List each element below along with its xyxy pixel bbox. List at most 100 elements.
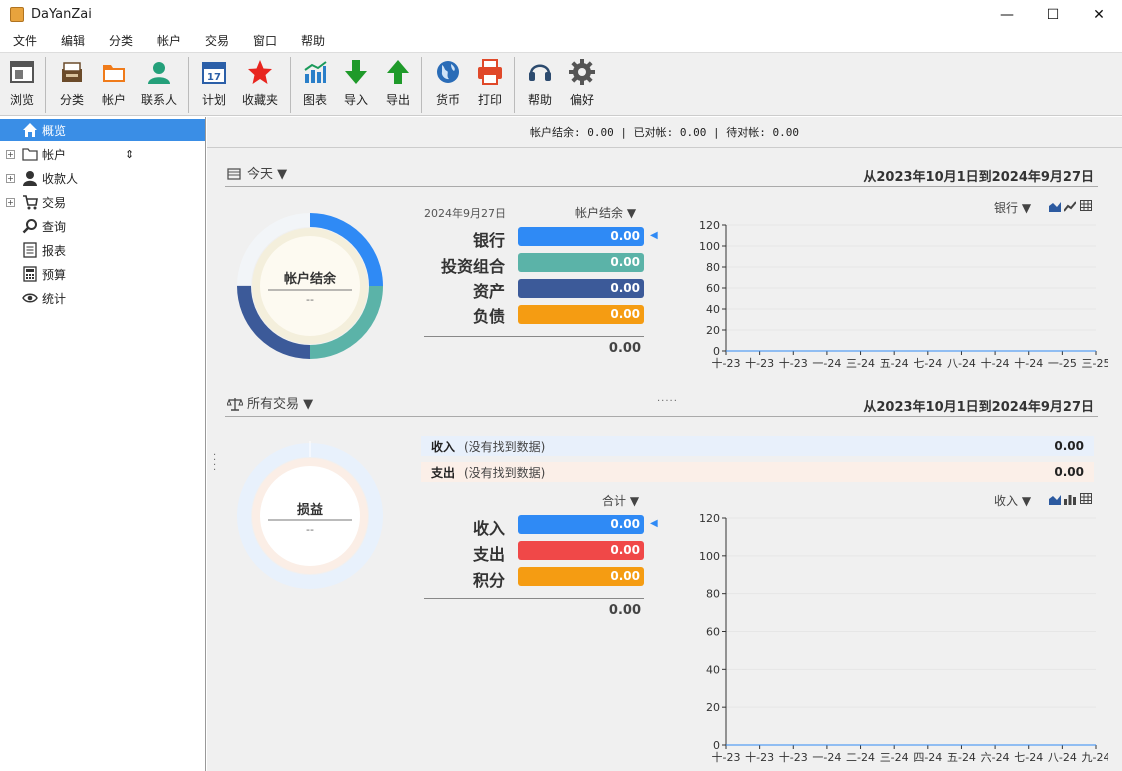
toolbar-separator <box>514 57 515 113</box>
search-icon <box>22 218 38 234</box>
expand-icon[interactable]: + <box>6 149 15 159</box>
menu-transaction[interactable]: 交易 <box>205 32 229 49</box>
star-icon <box>247 59 273 85</box>
maximize-button[interactable]: ☐ <box>1030 0 1076 30</box>
transaction-bar-expense: 0.00 <box>518 541 644 560</box>
menu-account[interactable]: 帐户 <box>157 32 181 49</box>
headset-icon <box>527 59 553 85</box>
balance-row-label: 资产 <box>472 282 505 301</box>
toolbar-help-button[interactable]: 帮助 <box>524 59 556 111</box>
balance-row-label: 银行 <box>472 231 505 250</box>
donut-title: 损益 <box>296 503 323 518</box>
income-summary-row: 收入 (没有找到数据) 0.00 <box>421 436 1094 456</box>
coins-icon <box>227 166 241 183</box>
expand-icon[interactable]: + <box>6 173 15 183</box>
table-view-icon[interactable] <box>1080 200 1092 214</box>
transaction-row-label: 支出 <box>472 545 505 564</box>
toolbar-account-button[interactable]: 帐户 <box>98 59 130 111</box>
title-bar: DaYanZai — ☐ ✕ <box>0 0 1122 30</box>
transaction-filter-selector[interactable]: 所有交易 ▼ <box>247 393 313 412</box>
transaction-total: 0.00 <box>608 603 641 618</box>
area-chart-icon[interactable] <box>1049 493 1061 508</box>
selected-marker-icon: ◀ <box>650 230 658 241</box>
x-tick-label: 七-24 <box>1014 751 1043 764</box>
toolbar-preferences-button[interactable]: 偏好 <box>566 59 598 111</box>
cart-icon <box>22 194 38 210</box>
sidebar-item-budget[interactable]: 预算 <box>0 263 205 285</box>
menu-category[interactable]: 分类 <box>109 32 133 49</box>
transaction-bar-income: 0.00 <box>518 515 644 534</box>
selected-marker-icon: ◀ <box>650 518 658 529</box>
toolbar-contact-button[interactable]: 联系人 <box>139 59 179 111</box>
expand-icon[interactable]: + <box>6 197 15 207</box>
toolbar-schedule-button[interactable]: 17 计划 <box>198 59 230 111</box>
export-icon <box>385 59 411 85</box>
balance-section-header: 今天 ▼ 从2023年10月1日到2024年9月27日 <box>225 161 1098 187</box>
menu-file[interactable]: 文件 <box>13 32 37 49</box>
x-tick-label: 一-24 <box>812 751 841 764</box>
x-tick-label: 三-25 <box>1082 357 1108 370</box>
x-tick-label: 五-24 <box>880 357 909 370</box>
y-tick-label: 20 <box>706 701 720 714</box>
x-tick-label: 一-25 <box>1048 357 1077 370</box>
toolbar-separator <box>188 57 189 113</box>
y-tick-label: 120 <box>699 219 720 232</box>
toolbar-import-button[interactable]: 导入 <box>340 59 372 111</box>
period-selector[interactable]: 今天 ▼ <box>247 163 287 182</box>
bar-chart-icon[interactable] <box>1064 493 1076 508</box>
balance-total: 0.00 <box>608 341 641 356</box>
sort-icon[interactable]: ⇕ <box>125 148 134 161</box>
sidebar-item-statistics[interactable]: 统计 <box>0 287 205 309</box>
sidebar-item-payees[interactable]: + 收款人 <box>0 167 205 189</box>
date-range: 从2023年10月1日到2024年9月27日 <box>863 400 1094 415</box>
sidebar-item-overview[interactable]: 概览 <box>0 119 205 141</box>
x-tick-label: 四-24 <box>913 751 942 764</box>
transaction-row-label: 积分 <box>472 571 505 590</box>
toolbar-print-button[interactable]: 打印 <box>474 59 506 111</box>
y-tick-label: 80 <box>706 261 720 274</box>
gear-icon <box>569 59 595 85</box>
menu-edit[interactable]: 编辑 <box>61 32 85 49</box>
sidebar-item-query[interactable]: 查询 <box>0 215 205 237</box>
toolbar-browse-button[interactable]: 浏览 <box>6 59 38 111</box>
x-tick-label: 一-24 <box>812 357 841 370</box>
menu-bar: 文件 编辑 分类 帐户 交易 窗口 帮助 <box>0 30 1122 50</box>
side-splitter-handle[interactable]: .... <box>213 448 216 473</box>
chart-type-selector[interactable]: 收入 ▼ <box>994 492 1031 509</box>
y-tick-label: 100 <box>699 550 720 563</box>
area-chart-icon[interactable] <box>1049 200 1061 215</box>
toolbar-separator <box>45 57 46 113</box>
app-icon <box>10 7 24 22</box>
toolbar-chart-button[interactable]: 图表 <box>299 59 331 111</box>
menu-help[interactable]: 帮助 <box>301 32 325 49</box>
globe-icon <box>435 59 461 85</box>
x-tick-label: 十-24 <box>981 356 1010 370</box>
balance-chart: 020406080100120十-23 十-23 十-23 一-24 三-24 五-24 七… <box>699 219 1108 370</box>
sidebar-item-transactions[interactable]: + 交易 <box>0 191 205 213</box>
sidebar-item-reports[interactable]: 报表 <box>0 239 205 261</box>
toolbar-category-button[interactable]: 分类 <box>56 59 88 111</box>
chart-account-selector[interactable]: 银行 ▼ <box>994 199 1031 216</box>
balance-row-label: 负债 <box>472 307 505 326</box>
report-icon <box>22 242 38 258</box>
transaction-row-label: 收入 <box>472 519 505 538</box>
x-tick-label: 三-24 <box>880 751 909 764</box>
sidebar-item-accounts[interactable]: + 帐户 ⇕ <box>0 143 205 165</box>
close-button[interactable]: ✕ <box>1076 0 1122 30</box>
chart-icon <box>302 59 328 85</box>
balance-mode-selector[interactable]: 帐户结余 ▼ <box>575 204 636 221</box>
line-chart-icon[interactable] <box>1063 200 1077 215</box>
total-mode-selector[interactable]: 合计 ▼ <box>602 492 639 509</box>
table-view-icon[interactable] <box>1080 493 1092 507</box>
toolbar-favorites-button[interactable]: 收藏夹 <box>240 59 280 111</box>
menu-window[interactable]: 窗口 <box>253 32 277 49</box>
toolbar-export-button[interactable]: 导出 <box>382 59 414 111</box>
toolbar-currency-button[interactable]: 货币 <box>432 59 464 111</box>
minimize-button[interactable]: — <box>984 0 1030 30</box>
calculator-icon <box>22 266 38 282</box>
x-tick-label: 十-23 <box>779 750 808 764</box>
y-tick-label: 40 <box>706 663 720 676</box>
x-tick-label: 五-24 <box>947 751 976 764</box>
overview-panel: 帐户结余: 0.00 | 已对帐: 0.00 | 待对帐: 0.00 今天 ▼ … <box>207 117 1122 771</box>
balance-date: 2024年9月27日 <box>424 207 506 220</box>
